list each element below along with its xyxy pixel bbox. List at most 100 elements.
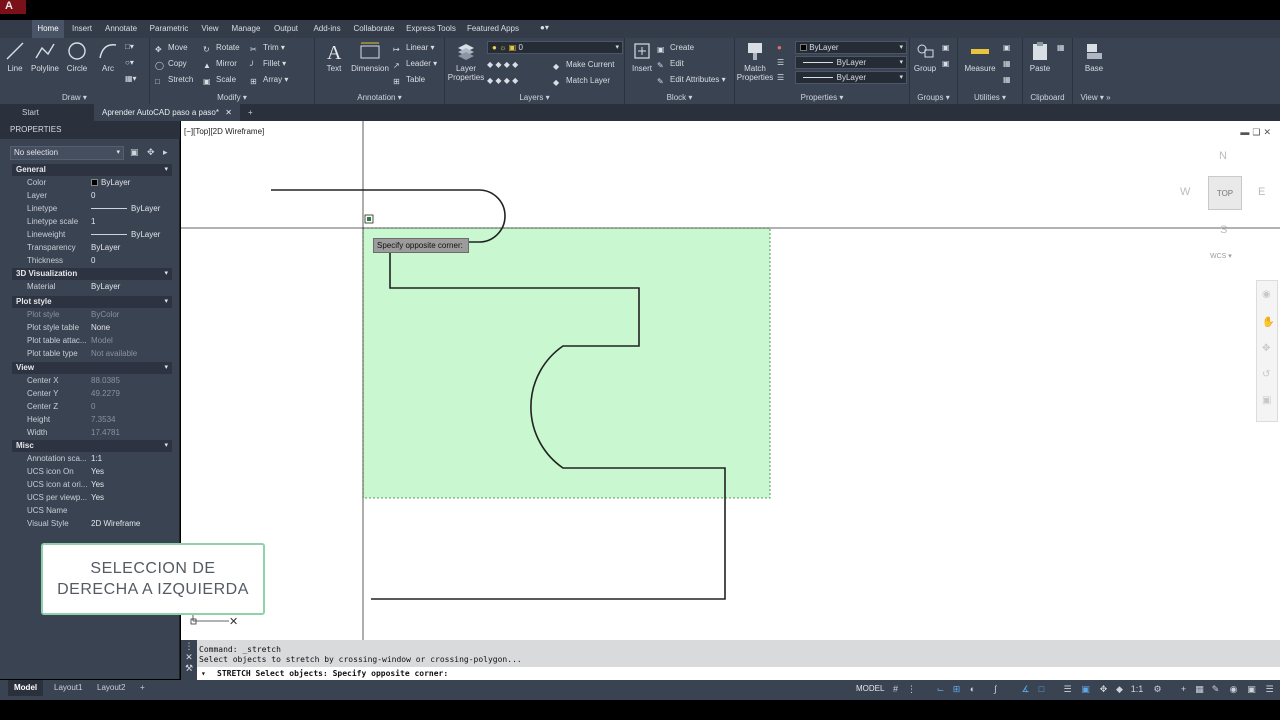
tab-annotate[interactable]: Annotate <box>101 20 141 38</box>
workspace-gear-icon[interactable]: ⚙ <box>1152 684 1163 695</box>
lineweight-display-icon[interactable]: ☰ <box>1062 684 1073 695</box>
quick-select-icon[interactable]: ▣ <box>1003 41 1011 55</box>
wcs-menu[interactable]: WCS ▾ <box>1210 252 1232 260</box>
base-button[interactable]: Base <box>1079 40 1109 73</box>
tab-home[interactable]: Home <box>32 20 64 38</box>
annotation-scale[interactable]: 1:1 <box>1128 684 1146 695</box>
pickadd-icon[interactable]: ▸ <box>163 147 168 158</box>
array-button[interactable]: ⊞ Array ▾ <box>250 73 288 87</box>
group-button[interactable]: Group <box>910 40 940 73</box>
paste-button[interactable]: Paste <box>1025 40 1055 73</box>
measure-button[interactable]: Measure <box>960 40 1000 73</box>
prop-row-linetype-scale[interactable]: Linetype scale 1 <box>12 216 172 228</box>
match-layer-button[interactable]: ◆ Match Layer <box>553 74 610 88</box>
layers-group-label[interactable]: Layers ▾ <box>445 93 624 102</box>
tab-express-tools[interactable]: Express Tools <box>402 20 460 38</box>
tab-layout2[interactable]: Layout2 <box>91 680 131 696</box>
match-properties-button[interactable]: Match Properties <box>735 40 775 82</box>
tab-layout1[interactable]: Layout1 <box>48 680 88 696</box>
viewport-controls[interactable]: [−][Top][2D Wireframe] <box>184 127 264 136</box>
block-group-label[interactable]: Block ▾ <box>625 93 734 102</box>
tab-parametric[interactable]: Parametric <box>146 20 192 38</box>
dynamic-input-icon[interactable]: ⊞ <box>951 684 962 695</box>
edit-attributes-button[interactable]: ✎ Edit Attributes ▾ <box>657 73 726 87</box>
text-button[interactable]: A Text <box>319 40 349 73</box>
color-dropdown[interactable]: ByLayer ▾ <box>795 41 907 54</box>
prop-row-color[interactable]: Color ByLayer <box>12 177 172 189</box>
prop-row-ucs-name[interactable]: UCS Name <box>12 505 172 517</box>
orbit-icon[interactable]: ↺ <box>1262 369 1270 380</box>
viewcube-west[interactable]: W <box>1180 186 1190 198</box>
snap-icon[interactable]: ⋮ <box>906 684 917 695</box>
tab-featured-apps[interactable]: Featured Apps <box>464 20 522 38</box>
leader-button[interactable]: ↗ Leader ▾ <box>393 57 437 71</box>
trim-button[interactable]: ✂ Trim ▾ <box>250 41 285 55</box>
lineweight-dropdown[interactable]: ByLayer ▾ <box>795 71 907 84</box>
tab-drawing[interactable]: Aprender AutoCAD paso a paso* ✕ <box>94 104 240 121</box>
mirror-button[interactable]: ▲ Mirror <box>203 57 237 71</box>
table-button[interactable]: ⊞ Table <box>393 73 425 87</box>
prop-row-linetype[interactable]: Linetype ByLayer <box>12 203 172 215</box>
circle-button[interactable]: Circle <box>62 40 92 73</box>
viewport-window-controls[interactable]: ▬❑✕ <box>1240 127 1274 138</box>
navigation-bar[interactable]: ◉ ✋ ✥ ↺ ▣ <box>1256 280 1278 422</box>
layer-tools-row1[interactable]: ◆ ◆ ◆ ◆ <box>487 58 518 72</box>
edit-block-button[interactable]: ✎ Edit <box>657 57 684 71</box>
insert-button[interactable]: Insert <box>627 40 657 73</box>
quick-properties-icon[interactable]: ✎ <box>1210 684 1221 695</box>
tab-model[interactable]: Model <box>8 680 44 696</box>
ortho-icon[interactable]: ⌙ <box>935 684 946 695</box>
section-view[interactable]: View ▾ <box>12 362 172 374</box>
grid-icon[interactable]: # <box>890 684 901 695</box>
viewcube-east[interactable]: E <box>1258 186 1265 198</box>
rotate-button[interactable]: ↻ Rotate <box>203 41 240 55</box>
tab-view[interactable]: View <box>196 20 224 38</box>
model-space-toggle[interactable]: MODEL <box>856 684 884 693</box>
showmotion-icon[interactable]: ▣ <box>1262 395 1271 406</box>
view-group-label[interactable]: View ▾ » <box>1073 93 1118 102</box>
id-point-icon[interactable]: ▦ <box>1003 73 1011 87</box>
groups-group-label[interactable]: Groups ▾ <box>910 93 957 102</box>
ribbon-minimize-icon[interactable]: ●▾ <box>540 23 549 32</box>
scale-button[interactable]: ▣ Scale <box>203 73 236 87</box>
prop-row-ucs-icon-origin[interactable]: UCS icon at ori... Yes <box>12 479 172 491</box>
hatch-icon[interactable]: ○▾ <box>125 56 134 70</box>
customize-icon[interactable]: ⚒ <box>181 663 197 674</box>
zoom-icon[interactable]: ✥ <box>1262 343 1270 354</box>
command-input[interactable]: ▾ STRETCH Select objects: Specify opposi… <box>197 667 1280 680</box>
properties-group-label[interactable]: Properties ▾ <box>735 93 909 102</box>
prop-row-material[interactable]: Material ByLayer <box>12 281 172 293</box>
section-plot-style[interactable]: Plot style ▾ <box>12 296 172 308</box>
quick-select-icon[interactable]: ▣ <box>130 147 139 158</box>
prop-row-plot-table-attached[interactable]: Plot table attac... Model <box>12 335 172 347</box>
new-tab-icon[interactable]: + <box>240 104 261 121</box>
prop-row-transparency[interactable]: Transparency ByLayer <box>12 242 172 254</box>
viewcube-top-face[interactable]: TOP <box>1208 176 1242 210</box>
tab-insert[interactable]: Insert <box>66 20 98 38</box>
create-block-button[interactable]: ▣ Create <box>657 41 694 55</box>
add-layout-icon[interactable]: + <box>134 680 151 696</box>
polar-tracking-icon[interactable]: ◐ <box>967 684 978 695</box>
tab-manage[interactable]: Manage <box>228 20 264 38</box>
units-icon[interactable]: ▦ <box>1194 684 1205 695</box>
close-icon[interactable]: ✕ <box>181 652 197 663</box>
prop-row-visual-style[interactable]: Visual Style 2D Wireframe <box>12 518 172 530</box>
prop-row-annotation-scale[interactable]: Annotation sca... 1:1 <box>12 453 172 465</box>
stretch-button[interactable]: □ Stretch <box>155 73 193 87</box>
tab-output[interactable]: Output <box>268 20 304 38</box>
customization-menu-icon[interactable]: ☰ <box>1264 684 1275 695</box>
prop-row-ucs-per-viewport[interactable]: UCS per viewp... Yes <box>12 492 172 504</box>
clean-screen-icon[interactable]: ▣ <box>1246 684 1257 695</box>
annotation-monitor-icon[interactable]: + <box>1178 684 1189 695</box>
selection-cycling-icon[interactable]: ✥ <box>1098 684 1109 695</box>
annotation-visibility-icon[interactable]: ◆ <box>1114 684 1125 695</box>
selection-dropdown[interactable]: No selection ▾ <box>10 146 124 160</box>
transparency-icon[interactable]: ▣ <box>1080 684 1091 695</box>
linear-button[interactable]: ↦ Linear ▾ <box>393 41 435 55</box>
tab-add-ins[interactable]: Add-ins <box>308 20 346 38</box>
annotation-group-label[interactable]: Annotation ▾ <box>315 93 444 102</box>
move-button[interactable]: ✥ Move <box>155 41 188 55</box>
prop-row-layer[interactable]: Layer 0 <box>12 190 172 202</box>
command-line-handle[interactable]: ⋮ ✕ ⚒ <box>181 640 197 680</box>
section-3d-visualization[interactable]: 3D Visualization ▾ <box>12 268 172 280</box>
